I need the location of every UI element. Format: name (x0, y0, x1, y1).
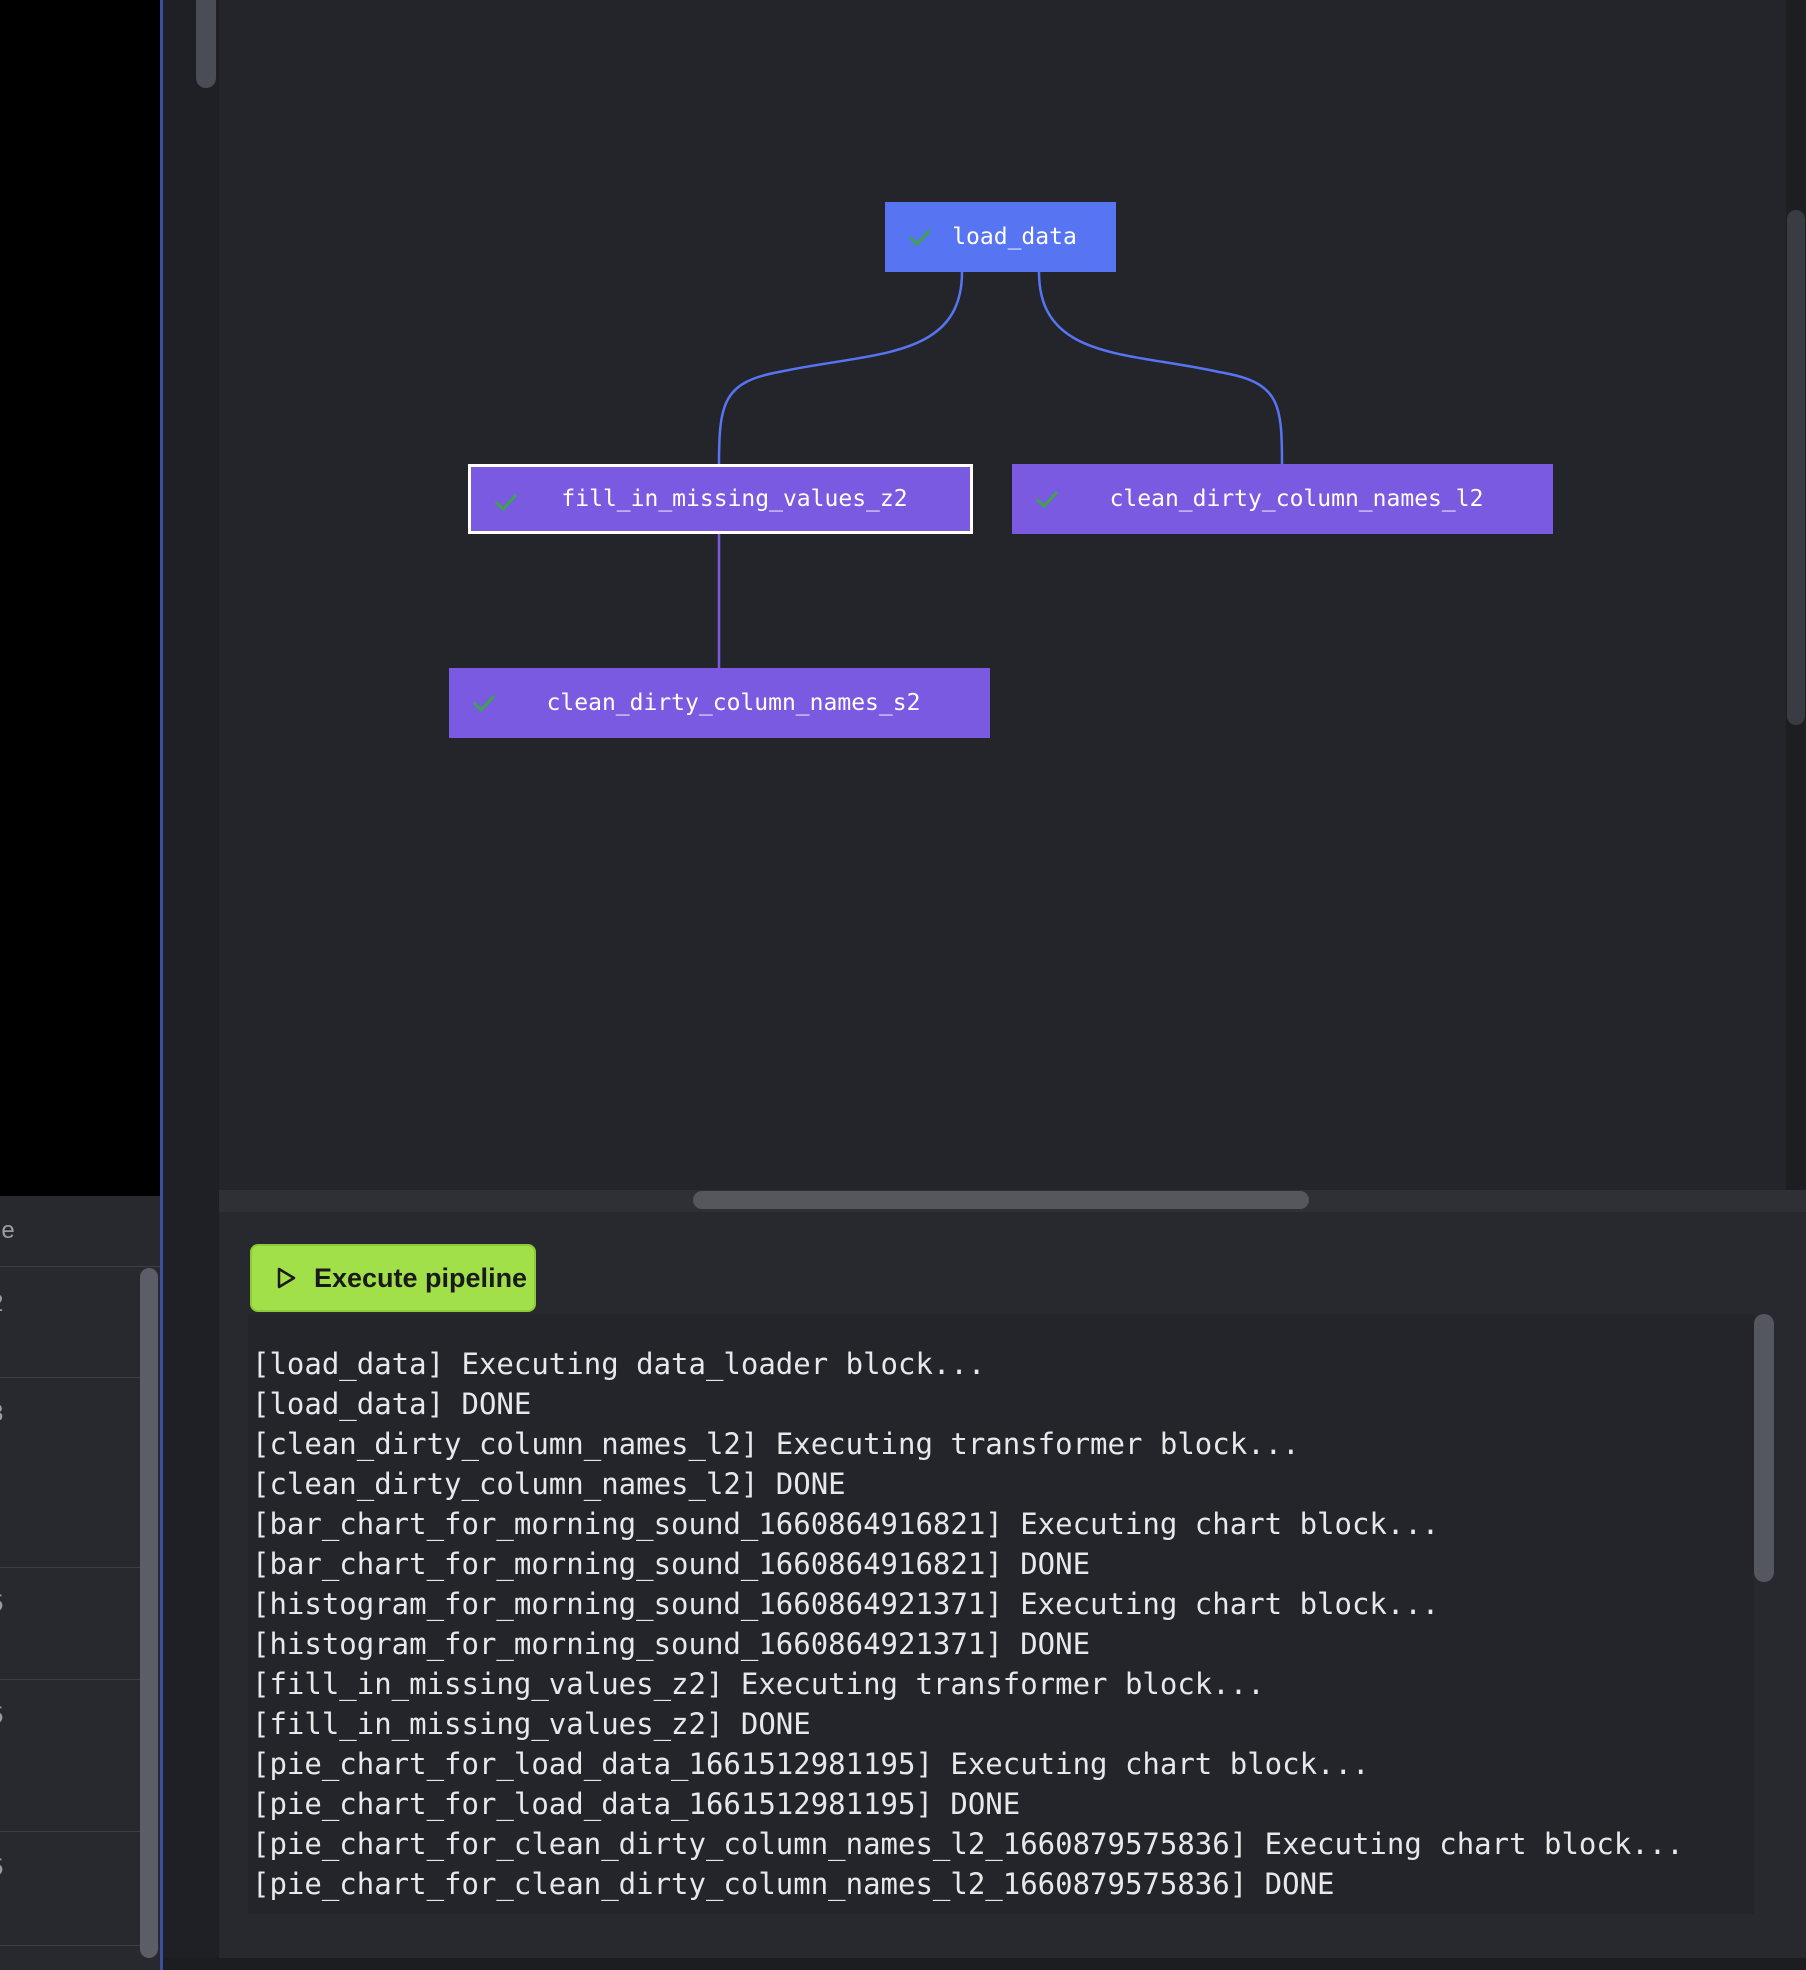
log-line: [bar_chart_for_morning_sound_16608649168… (252, 1547, 1091, 1581)
editor-gutter (163, 0, 219, 1970)
log-line: [pie_chart_for_load_data_1661512981195] … (252, 1787, 1021, 1821)
left-panel-table: ge 2 3 5 5 5 (0, 1196, 160, 1970)
table-row[interactable]: 3 (0, 1378, 140, 1568)
log-scrollbar[interactable] (1754, 1314, 1774, 1582)
block-node-fill-in-missing-values-z2[interactable]: fill_in_missing_values_z2 (468, 464, 973, 534)
graph-edges (717, 271, 1284, 668)
log-line: [pie_chart_for_clean_dirty_column_names_… (252, 1827, 1684, 1861)
table-row[interactable]: 2 (0, 1268, 140, 1378)
execute-pipeline-label: Execute pipeline (314, 1262, 528, 1293)
table-row[interactable]: 5 (0, 1832, 140, 1946)
block-node-label: clean_dirty_column_names_l2 (1109, 486, 1484, 512)
table-cell-fragment: 3 (0, 1400, 3, 1427)
edge-load-data-to-clean-dirty-column-names-l2 (1037, 271, 1284, 465)
log-line: [fill_in_missing_values_z2] DONE (252, 1707, 811, 1741)
left-panel-preview (0, 0, 160, 1196)
table-row[interactable]: 5 (0, 1568, 140, 1680)
block-node-label: fill_in_missing_values_z2 (561, 486, 908, 512)
graph-vertical-scrollbar[interactable] (1787, 210, 1805, 725)
table-cell-fragment: 5 (0, 1590, 3, 1617)
execution-log[interactable]: [load_data] Executing data_loader block.… (248, 1314, 1754, 1914)
log-line: [clean_dirty_column_names_l2] DONE (252, 1467, 846, 1501)
play-icon (277, 1267, 296, 1289)
table-header-fragment: ge (0, 1196, 160, 1267)
check-icon (1035, 490, 1059, 509)
bottom-edge (163, 1958, 1806, 1970)
log-line: [load_data] DONE (252, 1387, 532, 1421)
log-line: [clean_dirty_column_names_l2] Executing … (252, 1427, 1300, 1461)
log-line: [histogram_for_morning_sound_16608649213… (252, 1627, 1091, 1661)
block-node-label: clean_dirty_column_names_s2 (546, 690, 921, 716)
block-node-load-data[interactable]: load_data (885, 202, 1116, 272)
table-cell-fragment: 5 (0, 1854, 3, 1881)
left-panel-scrollbar[interactable] (140, 1268, 158, 1958)
check-icon (494, 493, 518, 512)
editor-scrollbar[interactable] (196, 0, 216, 88)
block-node-clean-dirty-column-names-l2[interactable]: clean_dirty_column_names_l2 (1012, 464, 1553, 534)
table-cell-fragment: 2 (0, 1290, 3, 1317)
check-icon (472, 694, 496, 713)
table-cell-fragment: 5 (0, 1702, 3, 1729)
log-line: [fill_in_missing_values_z2] Executing tr… (252, 1667, 1265, 1701)
dependency-graph-canvas[interactable]: load_data fill_in_missing_values_z2 clea… (219, 0, 1786, 1190)
log-line: [pie_chart_for_clean_dirty_column_names_… (252, 1867, 1335, 1901)
table-header-text: ge (0, 1217, 15, 1244)
table-row[interactable]: 5 (0, 1680, 140, 1832)
log-line: [histogram_for_morning_sound_16608649213… (252, 1587, 1440, 1621)
execute-pipeline-button[interactable]: Execute pipeline (250, 1244, 536, 1312)
log-line: [load_data] Executing data_loader block.… (252, 1347, 986, 1381)
log-line: [bar_chart_for_morning_sound_16608649168… (252, 1507, 1440, 1541)
graph-horizontal-scrollbar[interactable] (693, 1191, 1309, 1209)
log-line: [pie_chart_for_load_data_1661512981195] … (252, 1747, 1370, 1781)
block-node-clean-dirty-column-names-s2[interactable]: clean_dirty_column_names_s2 (449, 668, 990, 738)
log-lines: [load_data] Executing data_loader block.… (248, 1344, 1684, 1904)
edge-load-data-to-fill-in-missing-values (717, 271, 964, 465)
check-icon (908, 228, 932, 247)
